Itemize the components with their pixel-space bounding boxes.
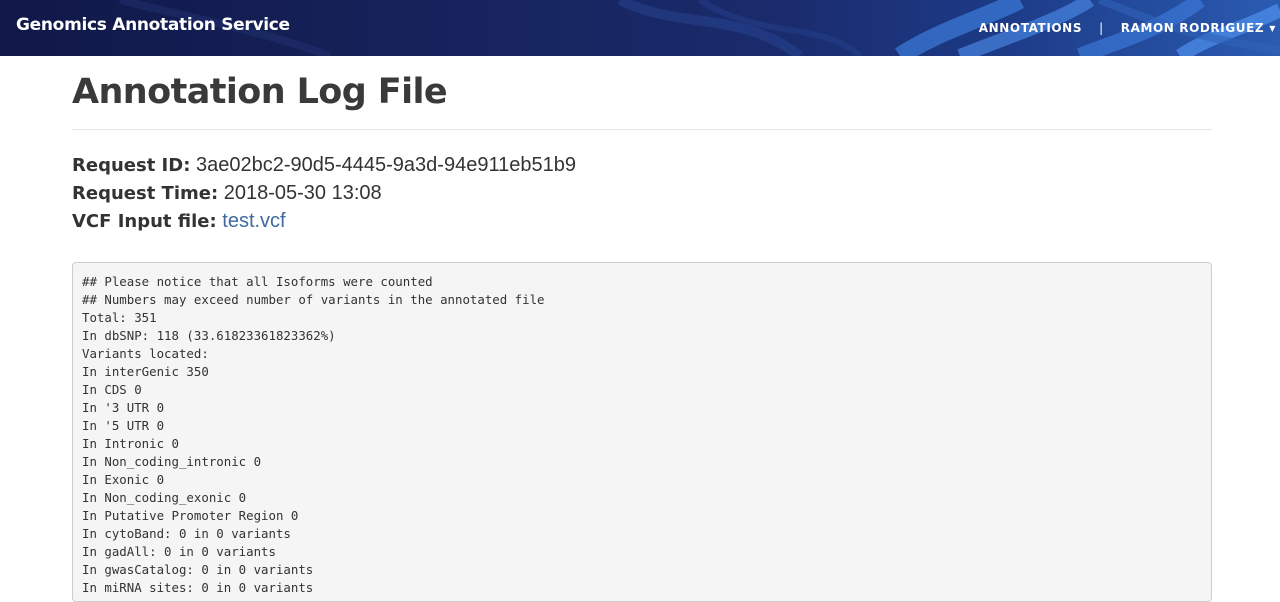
log-line: In Exonic 0 [82, 472, 165, 487]
top-navbar: Genomics Annotation Service ANNOTATIONS … [0, 0, 1280, 56]
log-line: In '3 UTR 0 [82, 400, 165, 415]
log-line: In Non_coding_intronic 0 [82, 454, 262, 469]
log-file-content[interactable]: ## Please notice that all Isoforms were … [72, 262, 1212, 602]
request-time-label: Request Time: [72, 183, 219, 204]
nav-separator: | [1099, 21, 1104, 35]
nav-annotations-link[interactable]: ANNOTATIONS [979, 21, 1082, 35]
log-line: Total: 351 [82, 310, 157, 325]
log-line: ## Numbers may exceed number of variants… [82, 292, 545, 307]
log-line: In Putative Promoter Region 0 [82, 508, 299, 523]
log-line: In miRNA sites: 0 in 0 variants [82, 580, 314, 595]
page-title: Annotation Log File [72, 72, 448, 112]
title-divider [72, 129, 1212, 130]
vcf-input-row: VCF Input file: test.vcf [72, 207, 1212, 235]
user-menu-dropdown[interactable]: RAMON RODRIGUEZ ▼ [1121, 21, 1280, 35]
log-line: In cytoBand: 0 in 0 variants [82, 526, 291, 541]
nav-right: ANNOTATIONS | RAMON RODRIGUEZ ▼ [979, 18, 1280, 38]
request-time-value: 2018-05-30 13:08 [223, 182, 382, 204]
main-content: Annotation Log File Request ID: 3ae02bc2… [72, 56, 1212, 602]
log-line: In CDS 0 [82, 382, 142, 397]
request-meta: Request ID: 3ae02bc2-90d5-4445-9a3d-94e9… [72, 151, 1212, 235]
request-id-value: 3ae02bc2-90d5-4445-9a3d-94e911eb51b9 [195, 154, 576, 176]
log-line: ## Please notice that all Isoforms were … [82, 274, 433, 289]
log-line: In gadAll: 0 in 0 variants [82, 544, 276, 559]
user-name: RAMON RODRIGUEZ [1120, 21, 1265, 35]
vcf-input-label: VCF Input file: [72, 211, 217, 232]
request-time-row: Request Time: 2018-05-30 13:08 [72, 179, 1212, 207]
log-line: In dbSNP: 118 (33.61823361823362%) [82, 328, 336, 343]
caret-down-icon: ▼ [1269, 23, 1276, 33]
log-line: Variants located: [82, 346, 209, 361]
request-id-row: Request ID: 3ae02bc2-90d5-4445-9a3d-94e9… [72, 151, 1212, 179]
log-line: In Intronic 0 [82, 436, 179, 451]
vcf-input-file-link[interactable]: test.vcf [222, 210, 285, 232]
log-line: In '5 UTR 0 [82, 418, 165, 433]
brand-link[interactable]: Genomics Annotation Service [16, 15, 290, 35]
log-line: In gwasCatalog: 0 in 0 variants [82, 562, 314, 577]
log-line: In interGenic 350 [82, 364, 209, 379]
log-line: In Non_coding_exonic 0 [82, 490, 247, 505]
request-id-label: Request ID: [72, 155, 191, 176]
